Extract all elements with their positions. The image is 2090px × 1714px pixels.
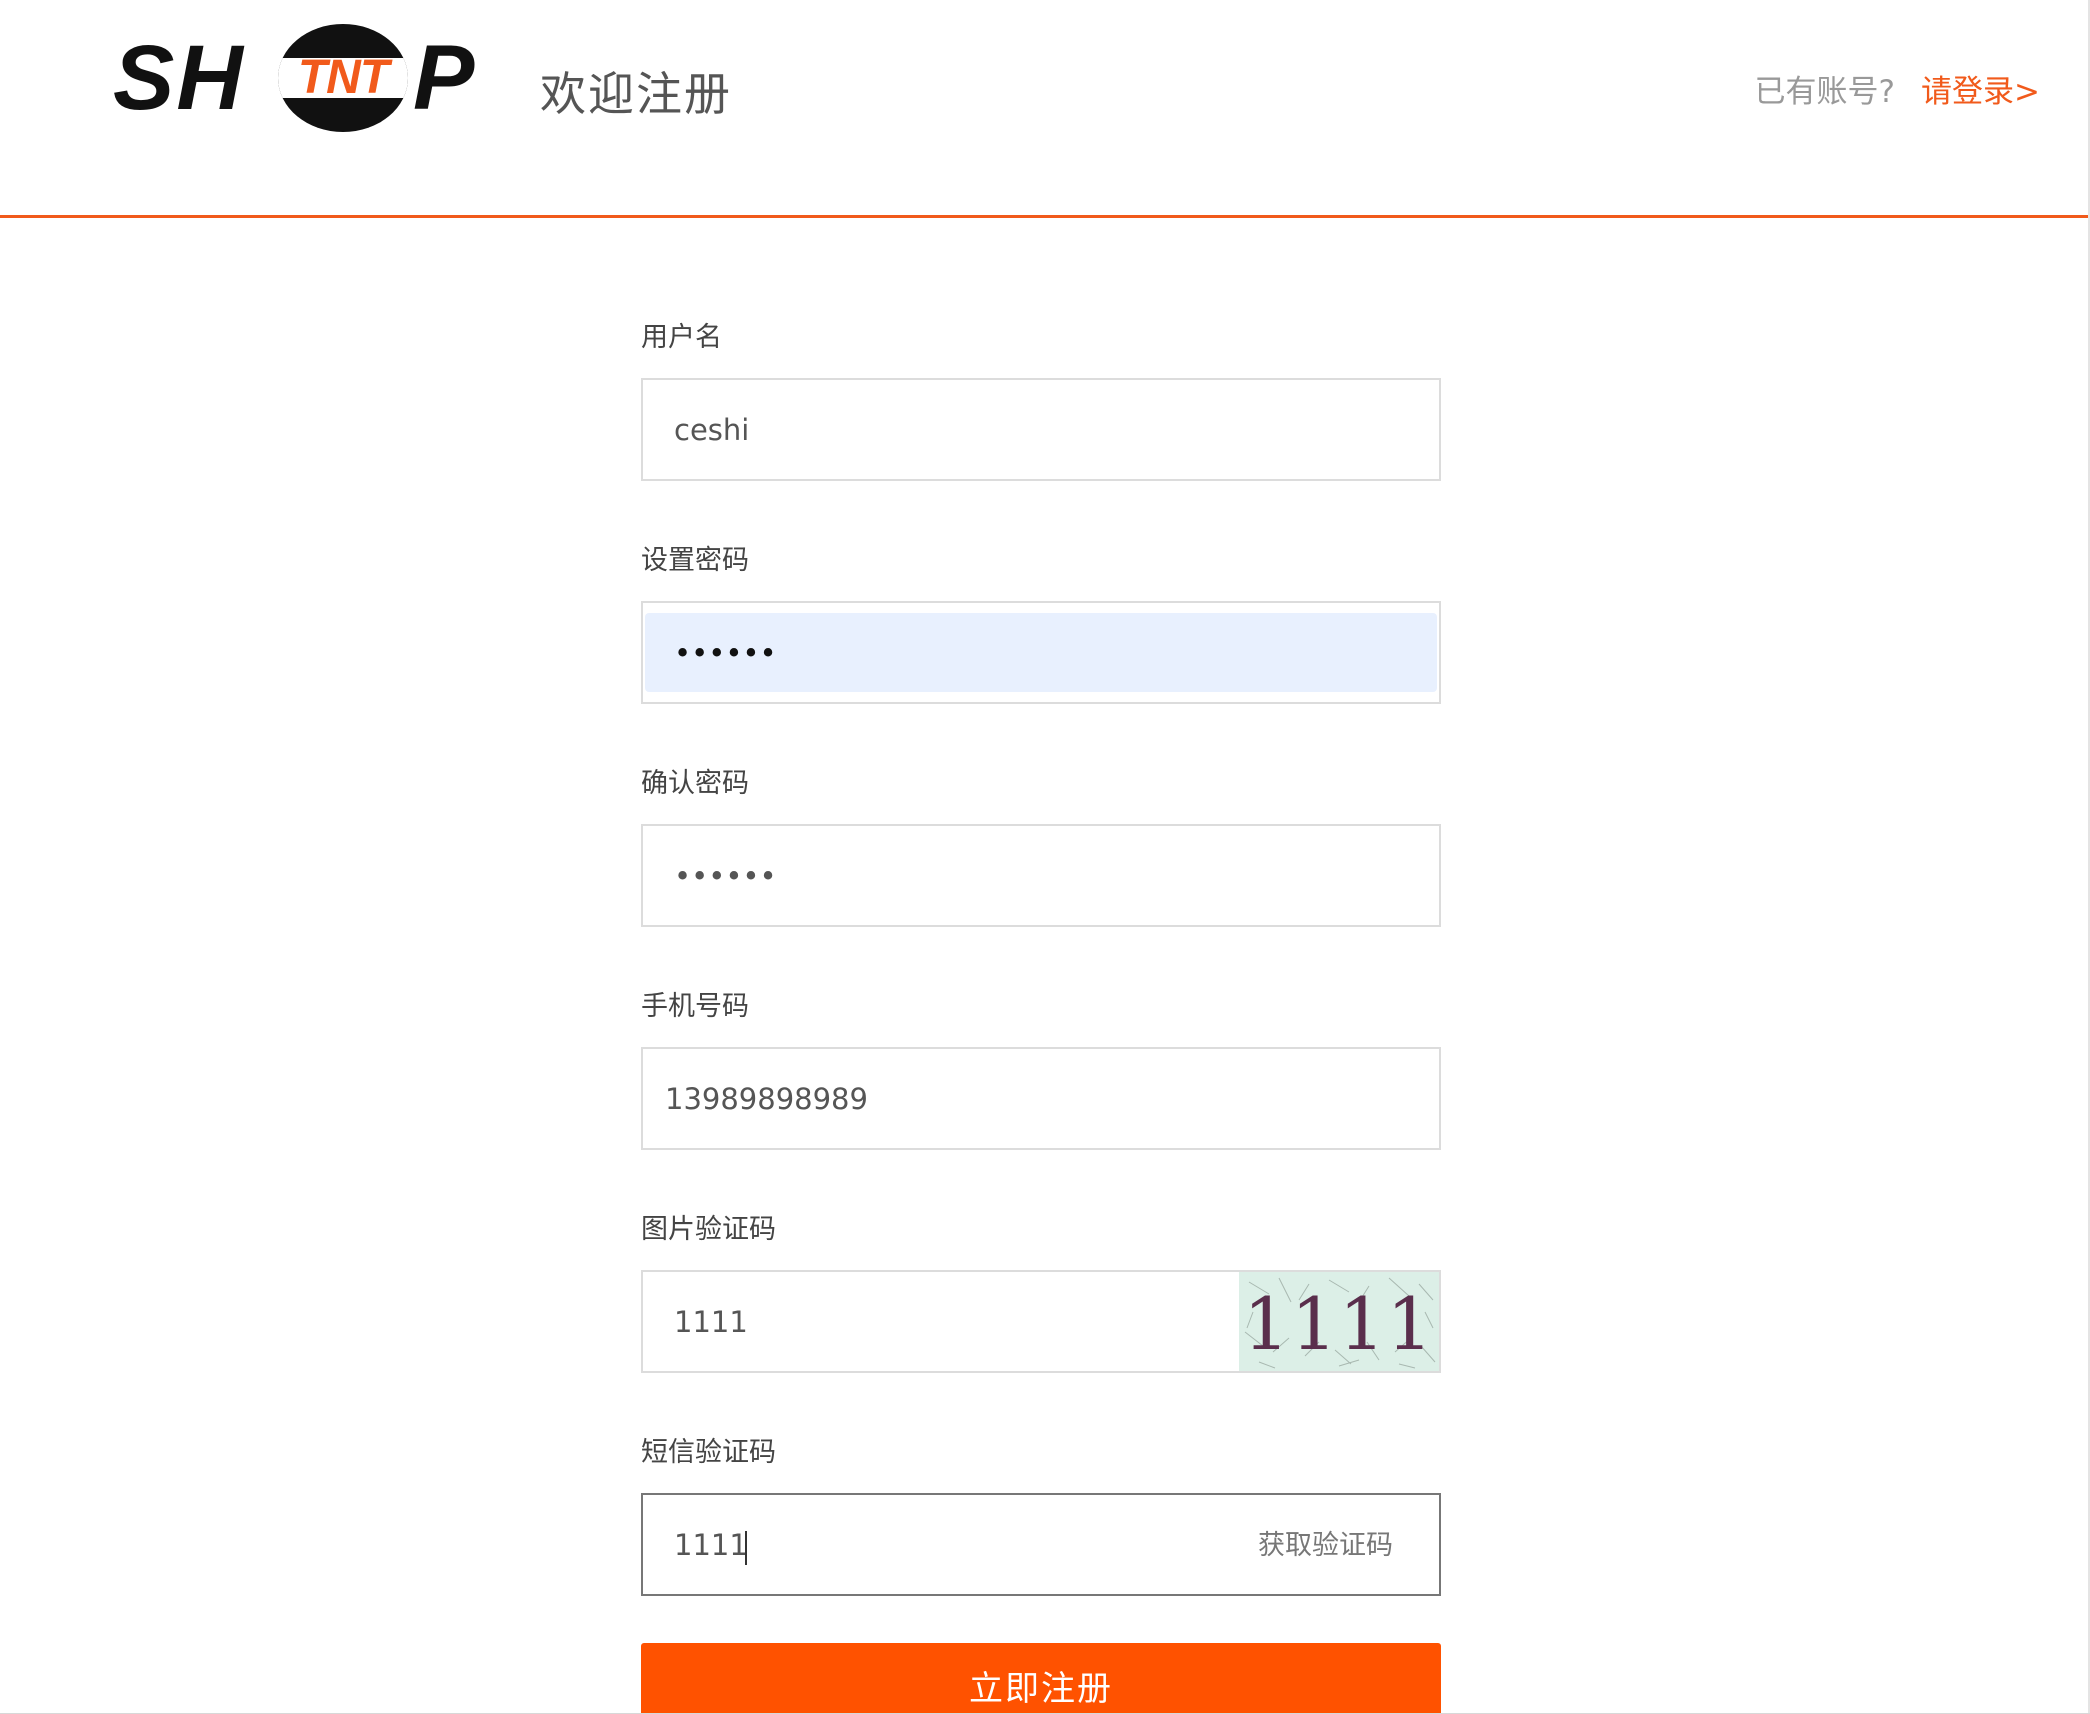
image-captcha-box: 1111 — [641, 1270, 1441, 1373]
logo-tnt: TNT — [297, 51, 389, 104]
captcha-image[interactable]: 1111 — [1239, 1272, 1439, 1371]
logo[interactable]: SH TNT P — [113, 22, 474, 134]
password-input[interactable] — [643, 603, 1439, 702]
phone-label: 手机号码 — [641, 991, 749, 1022]
confirm-password-box — [641, 824, 1441, 927]
register-page: SH TNT P 欢迎注册 已有账号? 请登录> 用户名 设置密码 — [0, 0, 2090, 1714]
logo-p: P — [413, 27, 475, 129]
username-group: 用户名 — [641, 318, 1441, 481]
username-label: 用户名 — [641, 322, 722, 353]
image-captcha-group: 图片验证码 1111 — [641, 1210, 1441, 1373]
phone-group: 手机号码 — [641, 987, 1441, 1150]
register-button[interactable]: 立即注册 — [641, 1643, 1441, 1714]
password-box — [641, 601, 1441, 704]
logo-circle: TNT — [278, 24, 408, 132]
header: SH TNT P 欢迎注册 已有账号? 请登录> — [0, 0, 2090, 218]
sms-code-group: 短信验证码 获取验证码 — [641, 1433, 1441, 1596]
username-box — [641, 378, 1441, 481]
password-label: 设置密码 — [641, 545, 749, 576]
get-sms-code-button[interactable]: 获取验证码 — [1252, 1495, 1399, 1594]
username-input[interactable] — [643, 380, 1439, 479]
confirm-password-label: 确认密码 — [641, 768, 749, 799]
sms-code-label: 短信验证码 — [641, 1437, 776, 1468]
confirm-password-group: 确认密码 — [641, 764, 1441, 927]
text-caret — [745, 1531, 747, 1565]
confirm-password-input[interactable] — [643, 826, 1439, 925]
login-link[interactable]: 请登录> — [1921, 74, 2040, 110]
login-hint: 已有账号? 请登录> — [1755, 66, 2040, 111]
phone-input[interactable] — [643, 1049, 1439, 1148]
password-group: 设置密码 — [641, 541, 1441, 704]
page-title: 欢迎注册 — [540, 67, 732, 121]
have-account-text: 已有账号? — [1754, 74, 1896, 110]
register-form: 用户名 设置密码 确认密码 手机号码 图片验证码 — [641, 318, 1441, 1656]
captcha-text: 1111 — [1243, 1282, 1435, 1366]
image-captcha-label: 图片验证码 — [641, 1214, 776, 1245]
sms-code-box: 获取验证码 — [641, 1493, 1441, 1596]
phone-box — [641, 1047, 1441, 1150]
logo-sh: SH — [113, 27, 245, 129]
